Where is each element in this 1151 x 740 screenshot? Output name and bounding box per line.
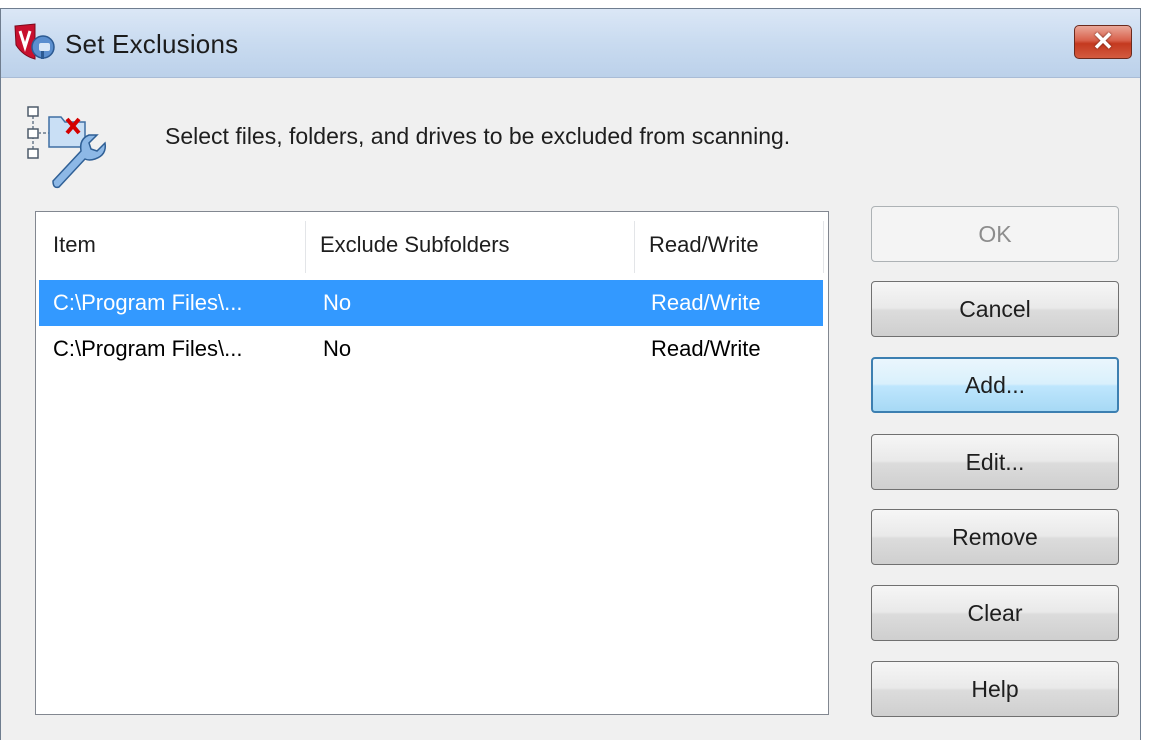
close-button[interactable]: ✕ [1074, 25, 1132, 59]
column-header-exclude-subfolders[interactable]: Exclude Subfolders [306, 215, 634, 275]
help-button[interactable]: Help [871, 661, 1119, 717]
edit-button[interactable]: Edit... [871, 434, 1119, 490]
exclude-subfolders-value: No [323, 336, 352, 361]
title-bar[interactable]: Set Exclusions ✕ [1, 9, 1140, 78]
clear-button[interactable]: Clear [871, 585, 1119, 641]
mcafee-shield-icon [14, 23, 55, 60]
item-path: C:\Program Files\... [53, 290, 243, 315]
cancel-button[interactable]: Cancel [871, 281, 1119, 337]
instruction-text: Select files, folders, and drives to be … [165, 123, 791, 149]
window-title: Set Exclusions [65, 29, 239, 59]
exclusions-list[interactable]: Item Exclude Subfolders Read/Write C:\Pr… [35, 211, 829, 715]
item-path: C:\Program Files\... [53, 336, 243, 361]
set-exclusions-dialog: Set Exclusions ✕ Select files, folders, … [0, 8, 1141, 740]
folder-tree-wrench-icon [27, 106, 107, 189]
ok-button[interactable]: OK [871, 206, 1119, 262]
column-header-read-write[interactable]: Read/Write [635, 215, 823, 275]
exclude-subfolders-value: No [323, 290, 352, 315]
column-header-item[interactable]: Item [39, 215, 305, 275]
add-button[interactable]: Add... [871, 357, 1119, 413]
remove-button[interactable]: Remove [871, 509, 1119, 565]
column-divider [823, 221, 824, 273]
list-row[interactable]: C:\Program Files\... No Read/Write [39, 280, 823, 326]
read-write-value: Read/Write [651, 336, 761, 361]
read-write-value: Read/Write [651, 290, 761, 315]
list-header: Item Exclude Subfolders Read/Write [39, 215, 825, 275]
list-row[interactable]: C:\Program Files\... No Read/Write [39, 326, 823, 372]
close-icon: ✕ [1092, 26, 1114, 56]
